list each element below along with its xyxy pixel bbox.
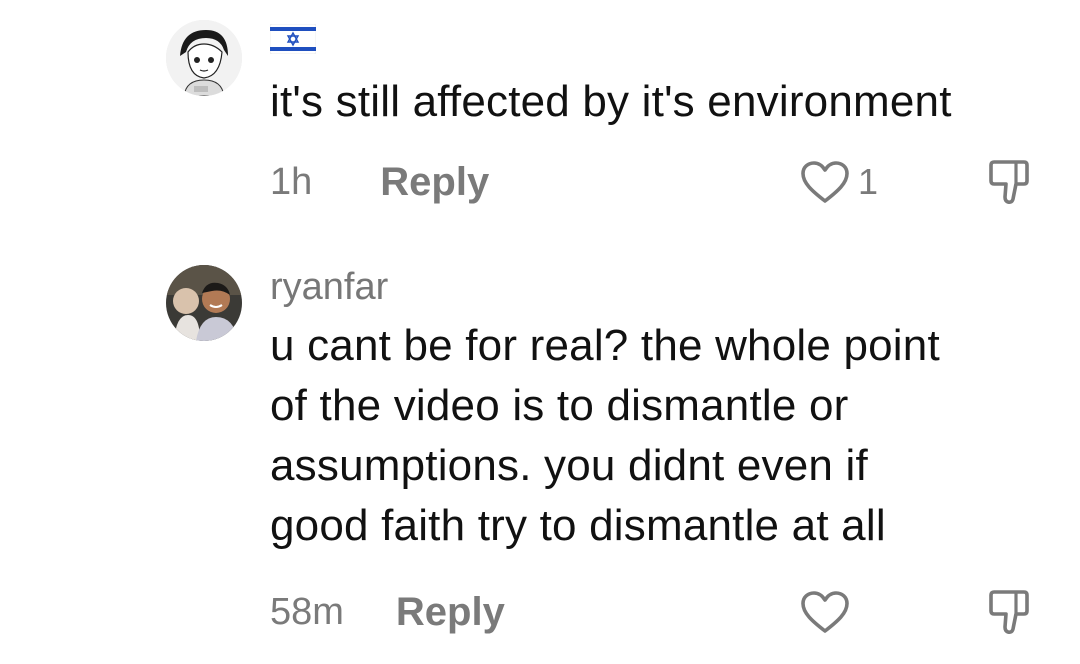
timestamp: 58m bbox=[270, 590, 344, 633]
reply-button[interactable]: Reply bbox=[396, 590, 505, 635]
avatar[interactable] bbox=[166, 265, 242, 341]
avatar-photo-image bbox=[166, 265, 242, 341]
comment-text-line: assumptions. you didnt even if bbox=[270, 441, 868, 490]
dislike-icon[interactable] bbox=[985, 587, 1033, 637]
timestamp: 1h bbox=[270, 160, 313, 203]
heart-icon bbox=[801, 591, 849, 633]
comment-2: ryanfar u cant be for real? the whole po… bbox=[0, 250, 1080, 664]
like-count: 1 bbox=[858, 161, 879, 202]
like-button[interactable] bbox=[800, 587, 850, 637]
comment-1: it's still affected by it's environment … bbox=[0, 0, 1080, 250]
comment-text: it's still affected by it's environment bbox=[270, 77, 952, 126]
comment-text: u cant be for real? the whole point of t… bbox=[270, 316, 1060, 556]
username[interactable]: ryanfar bbox=[270, 268, 388, 306]
comment-text-line: u cant be for real? the whole point bbox=[270, 321, 940, 370]
avatar-anime-image bbox=[166, 20, 242, 96]
avatar[interactable] bbox=[166, 20, 242, 96]
comment-text-line: good faith try to dismantle at all bbox=[270, 501, 886, 550]
reply-button[interactable]: Reply bbox=[380, 160, 489, 205]
comment-meta: 1h Reply bbox=[270, 157, 489, 207]
comment-text-line: of the video is to dismantle or bbox=[270, 381, 849, 430]
comment-meta: 58m Reply bbox=[270, 587, 505, 637]
dislike-icon[interactable] bbox=[985, 157, 1033, 207]
like-button[interactable]: 1 bbox=[800, 157, 878, 207]
israel-flag-icon bbox=[270, 24, 316, 54]
heart-icon bbox=[801, 161, 849, 203]
